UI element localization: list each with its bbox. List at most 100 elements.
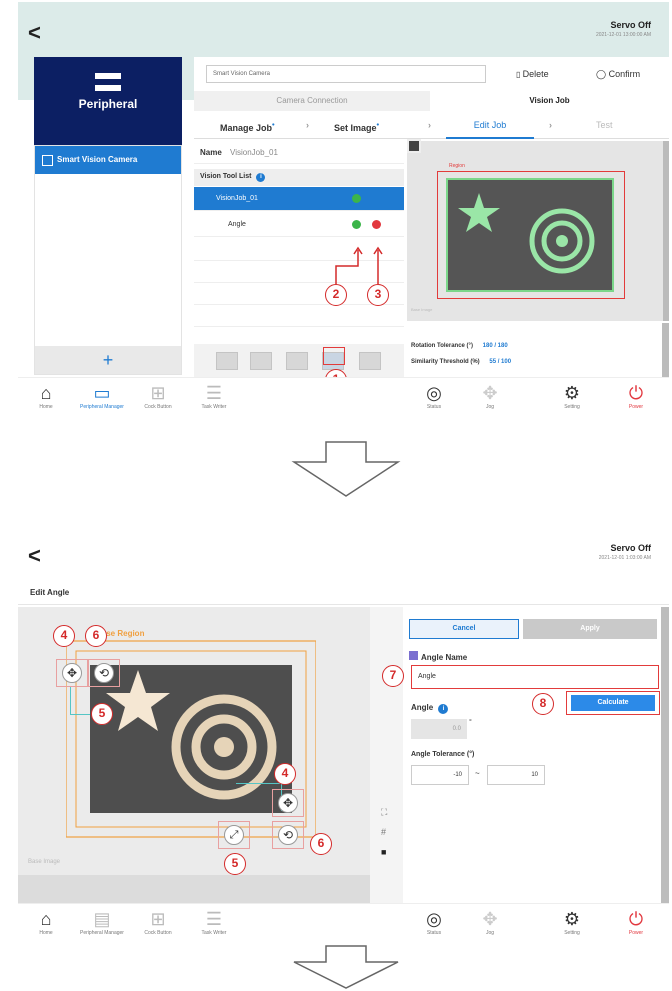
delete-label: Delete — [522, 69, 549, 79]
fullscreen-icon[interactable] — [407, 139, 421, 153]
peripheral-item-smart-vision[interactable]: Smart Vision Camera — [35, 146, 181, 174]
move-icon[interactable]: ✥ — [62, 663, 82, 683]
back-button[interactable]: < — [28, 543, 41, 569]
tool-button-5[interactable] — [359, 352, 381, 370]
similarity-value[interactable]: 55 / 100 — [489, 359, 511, 365]
cancel-button[interactable]: Cancel — [409, 619, 519, 639]
step-edit-job[interactable]: Edit Job — [446, 111, 534, 139]
nav-power[interactable]: ⏻ Power — [612, 908, 660, 936]
rotation-value[interactable]: 180 / 180 — [483, 343, 508, 349]
nav-task-label: Task Writer — [201, 404, 227, 410]
move-icon[interactable]: ✥ — [278, 793, 298, 813]
screenshot-edit-angle: < Servo Off 2021-12-01 1:03:00 AM Edit A… — [18, 525, 669, 937]
confirm-label: Confirm — [608, 69, 641, 79]
degree-symbol: ° — [469, 719, 472, 726]
nav-peripheral-manager[interactable]: ▤ Peripheral Manager — [78, 908, 126, 936]
status-icon: ◎ — [426, 909, 442, 929]
nav-peripheral-label: Peripheral Manager — [80, 404, 124, 410]
base-image-label: Base Image — [411, 307, 433, 312]
info-icon: i — [256, 173, 266, 182]
camera-select-field[interactable]: Smart Vision Camera — [206, 65, 486, 83]
nav-jog[interactable]: ✥ Jog — [466, 382, 514, 410]
nav-home-label: Home — [39, 930, 53, 936]
list-empty-row — [194, 305, 404, 327]
callout-4: 4 — [274, 763, 296, 785]
nav-status[interactable]: ◎ Status — [410, 908, 458, 936]
tool-button-2[interactable] — [250, 352, 272, 370]
highlight-angle-tool — [323, 347, 345, 365]
tolerance-min-input[interactable]: -10 — [411, 765, 469, 785]
nav-cockpit-button[interactable]: ⊞ Cock Button — [134, 908, 182, 936]
list-item-angle[interactable]: Angle — [194, 213, 404, 237]
nav-cockpit-button[interactable]: ⊞ Cock Button — [134, 382, 182, 410]
callout-8: 8 — [532, 693, 554, 715]
step-test[interactable]: Test — [596, 111, 613, 139]
add-peripheral-button[interactable]: + — [35, 346, 181, 374]
image-preview — [437, 171, 625, 299]
jog-icon: ✥ — [482, 909, 498, 929]
nav-setting[interactable]: ⚙ Setting — [548, 908, 596, 936]
callout-4: 4 — [53, 625, 75, 647]
list-icon: ☰ — [205, 909, 223, 929]
scrollbar[interactable] — [661, 607, 669, 903]
angle-item-label: Angle — [228, 221, 246, 228]
nav-jog-label: Jog — [485, 930, 495, 936]
tool-button-1[interactable] — [216, 352, 238, 370]
nav-power[interactable]: ⏻ Power — [612, 382, 660, 410]
calculate-button[interactable]: Calculate — [571, 695, 655, 711]
apply-button[interactable]: Apply — [523, 619, 657, 639]
tolerance-max-input[interactable]: 10 — [487, 765, 545, 785]
scrollbar[interactable] — [662, 323, 669, 377]
info-icon: i — [438, 704, 449, 714]
back-button[interactable]: < — [28, 20, 41, 46]
screenshot-edit-job: < Servo Off 2021-12-01 13:00:00 AM Perip… — [18, 2, 669, 412]
job-name-row: Name VisionJob_01 — [194, 143, 404, 164]
tab-vision-job[interactable]: Vision Job — [430, 91, 669, 111]
home-icon: ⌂ — [40, 383, 52, 403]
servo-status-text: Servo Off — [610, 543, 651, 553]
vision-panel: Smart Vision Camera ▯ Delete ◯ Confirm C… — [194, 57, 669, 377]
nav-setting-label: Setting — [564, 930, 580, 936]
list-item-vision-job[interactable]: VisionJob_01 — [194, 187, 404, 211]
canvas-side-tools: ⛶ # ■ — [370, 607, 403, 903]
nav-setting[interactable]: ⚙ Setting — [548, 382, 596, 410]
resize-icon[interactable]: ⤢ — [224, 825, 244, 845]
grid-icon[interactable]: # — [381, 827, 386, 837]
grid-icon: ⊞ — [150, 383, 166, 403]
valid-check-icon[interactable] — [352, 220, 361, 229]
tool-button-3[interactable] — [286, 352, 308, 370]
jog-icon: ✥ — [482, 383, 498, 403]
delete-button[interactable]: ▯ Delete — [516, 69, 549, 79]
delete-tool-icon[interactable] — [372, 220, 381, 229]
rotation-row: Rotation Tolerance (°) 180 / 180 — [411, 343, 508, 349]
list-icon: ☰ — [205, 383, 223, 403]
peripheral-title: Peripheral — [78, 97, 138, 111]
rotate-icon[interactable]: ⟲ — [94, 663, 114, 683]
nav-jog-label: Jog — [485, 404, 495, 410]
angle-canvas[interactable]: Base Region ✥ ⟲ ⤢ ✥ ⤢ ⟲ Base Image — [18, 607, 370, 903]
camera-icon[interactable]: ■ — [381, 847, 386, 857]
step-manage-job[interactable]: Manage Job• — [220, 111, 275, 139]
tab-camera-connection[interactable]: Camera Connection — [194, 91, 430, 111]
step-manage-label: Manage Job — [220, 123, 273, 133]
step-set-image[interactable]: Set Image• — [334, 111, 379, 139]
nav-task-writer[interactable]: ☰ Task Writer — [190, 382, 238, 410]
nav-peripheral-manager[interactable]: ▭ Peripheral Manager — [78, 382, 126, 410]
tolerance-separator: ~ — [475, 769, 480, 778]
zoom-fit-icon[interactable]: ⛶ — [381, 807, 387, 818]
tolerance-label: Angle Tolerance (°) — [411, 751, 475, 758]
camera-image-view[interactable]: Region Base Image — [407, 139, 669, 321]
rotate-icon[interactable]: ⟲ — [278, 825, 298, 845]
nav-home[interactable]: ⌂ Home — [22, 908, 70, 936]
callout-5: 5 — [224, 853, 246, 875]
nav-task-writer[interactable]: ☰ Task Writer — [190, 908, 238, 936]
confirm-button[interactable]: ◯ Confirm — [596, 69, 640, 80]
nav-status[interactable]: ◎ Status — [410, 382, 458, 410]
callout-7: 7 — [382, 665, 404, 687]
nav-jog[interactable]: ✥ Jog — [466, 908, 514, 936]
checkbox-icon[interactable] — [409, 651, 418, 660]
angle-name-input[interactable]: Angle — [411, 665, 659, 689]
nav-home[interactable]: ⌂ Home — [22, 382, 70, 410]
scrollbar[interactable] — [663, 141, 669, 321]
job-item-label: VisionJob_01 — [216, 195, 258, 202]
